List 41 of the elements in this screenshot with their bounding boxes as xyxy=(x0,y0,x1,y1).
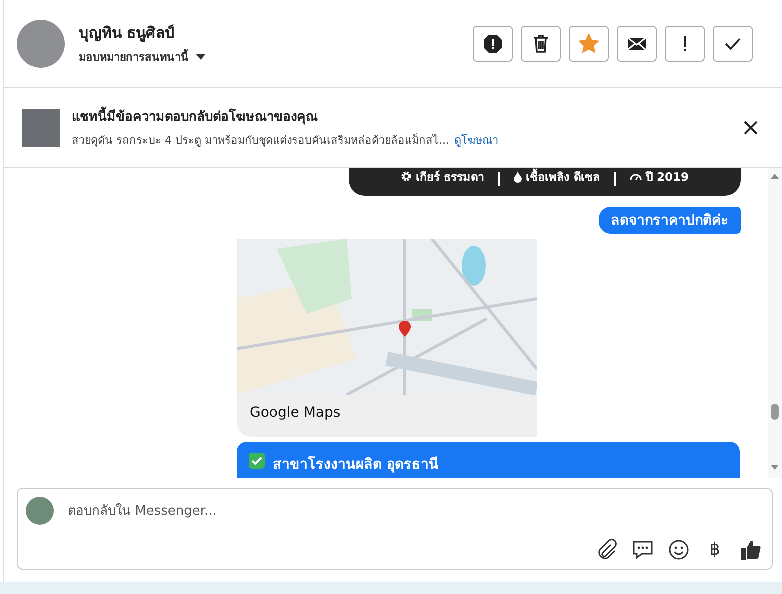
exclamation-icon xyxy=(683,36,687,52)
chat-bubble-icon[interactable] xyxy=(632,539,654,561)
star-icon xyxy=(579,34,599,54)
map-card[interactable]: Google Maps xyxy=(237,239,537,437)
trash-icon xyxy=(533,34,549,52)
alert-octagon-icon xyxy=(483,34,503,54)
scroll-down-icon[interactable] xyxy=(771,465,779,470)
spec-text: ปี 2019 xyxy=(646,168,690,186)
thumbs-up-icon[interactable] xyxy=(740,539,762,561)
map-caption: Google Maps xyxy=(249,404,342,423)
ad-banner-title: แชทนี้มีข้อความตอบกลับต่อโฆษณาของคุณ xyxy=(72,106,742,127)
avatar xyxy=(17,20,65,68)
sent-message-bubble: สาขาโรงงานผลิต อุดรธานี xyxy=(237,442,740,478)
star-button[interactable] xyxy=(569,26,609,62)
check-icon xyxy=(725,38,741,50)
payment-button[interactable]: ฿ xyxy=(704,540,726,560)
sent-message-bubble: ลดจากราคาปกติค่ะ xyxy=(599,206,741,234)
ad-thumbnail xyxy=(22,108,60,146)
caret-icon xyxy=(195,53,207,61)
gear-icon xyxy=(400,171,412,182)
gauge-icon xyxy=(630,172,642,182)
page-avatar xyxy=(26,497,54,525)
scroll-up-icon[interactable] xyxy=(771,174,779,179)
reply-box[interactable]: ตอบกลับใน Messenger... ฿ xyxy=(17,488,773,570)
drop-icon xyxy=(514,170,522,183)
contact-name: บุญทิน ธนูศิลป์ xyxy=(79,23,176,44)
check-box-icon xyxy=(249,453,265,469)
assign-dropdown[interactable]: มอบหมายการสนทนานี้ xyxy=(79,48,207,66)
emoji-icon[interactable] xyxy=(668,539,690,561)
spam-button[interactable] xyxy=(473,26,513,62)
paperclip-icon[interactable] xyxy=(596,539,618,561)
ad-description: สวยดุดัน รถกระบะ 4 ประตู มาพร้อมกับชุดแต่งรอบคันเสริมหล่อด้วยล้อแม็กสไ... xyxy=(72,132,450,149)
mail-button[interactable] xyxy=(617,26,657,62)
done-button[interactable] xyxy=(713,26,753,62)
scrollbar-thumb[interactable] xyxy=(771,404,779,420)
view-ad-link[interactable]: ดูโฆษณา xyxy=(454,131,498,149)
close-button[interactable] xyxy=(742,118,760,136)
delete-button[interactable] xyxy=(521,26,561,62)
envelope-icon xyxy=(627,36,647,50)
spec-text: เกียร์ ธรรมดา xyxy=(416,168,484,186)
spec-text: เชื้อเพลิง ดีเซล xyxy=(526,168,600,186)
